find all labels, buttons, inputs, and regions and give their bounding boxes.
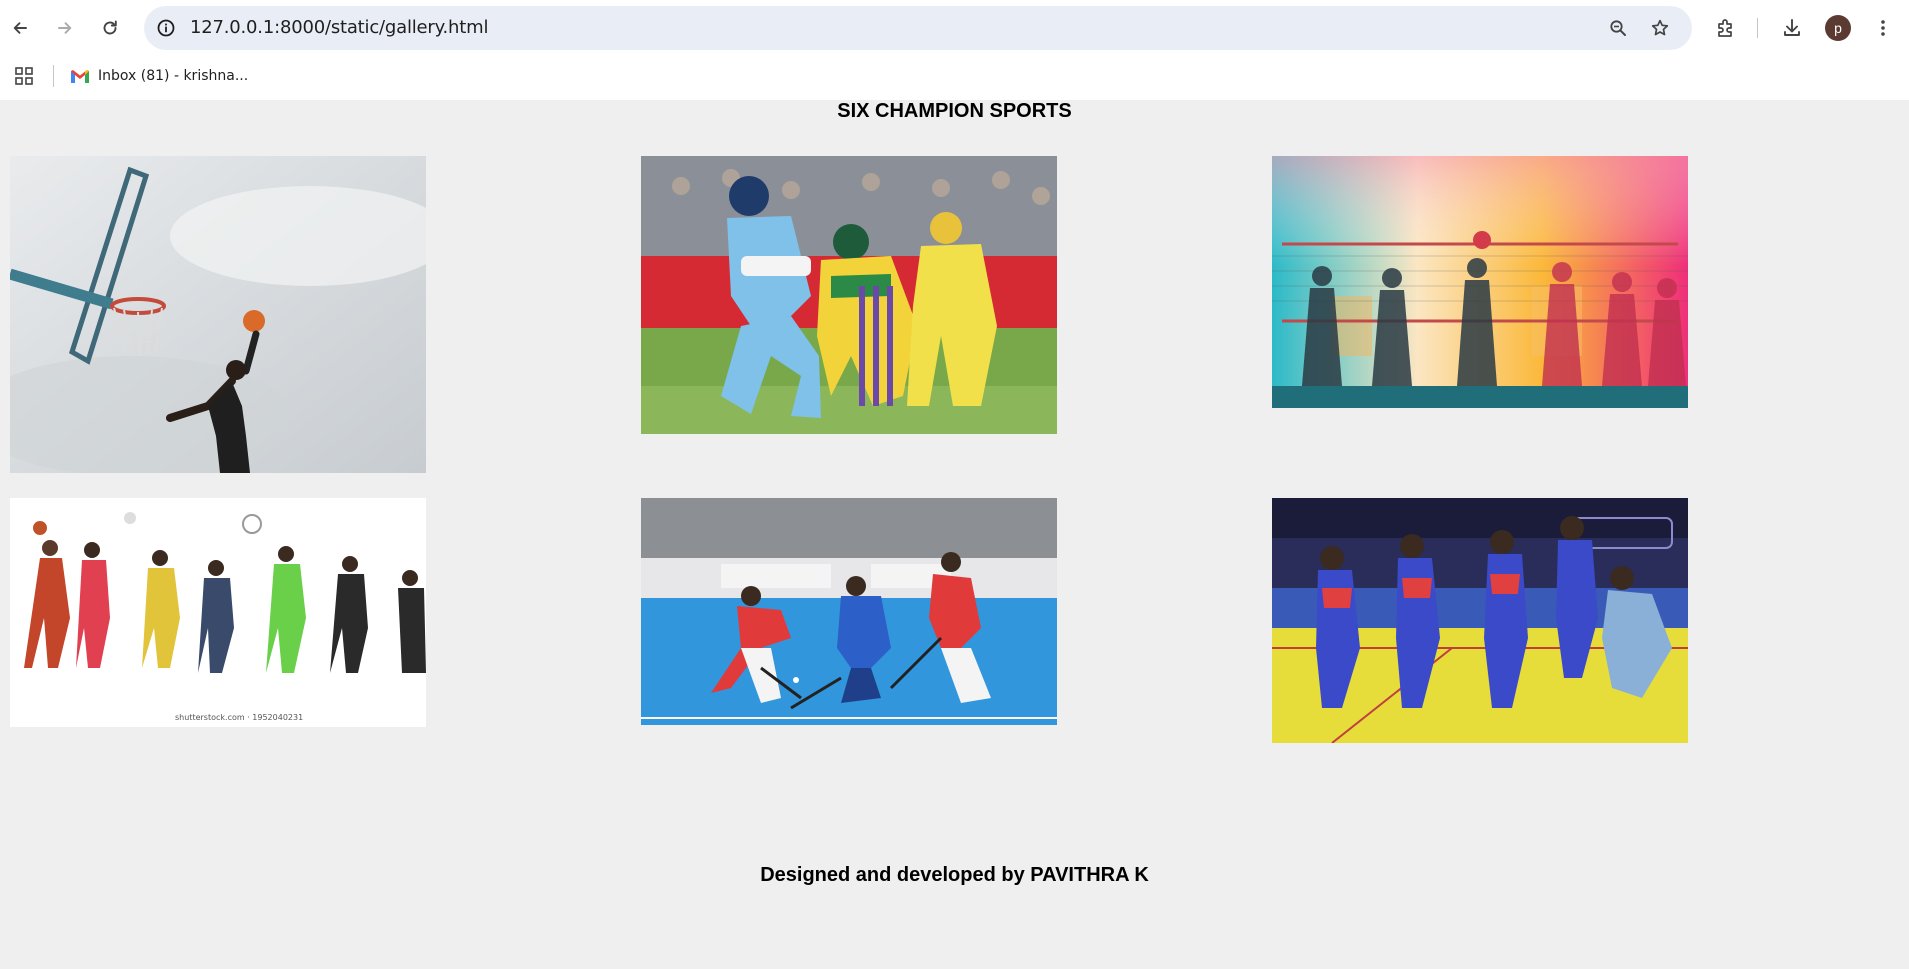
multi-sport-image: shutterstock.com · 1952040231 (10, 498, 426, 727)
site-info-icon[interactable] (154, 16, 178, 40)
page-title: SIX CHAMPION SPORTS (837, 100, 1072, 122)
cricket-image (641, 156, 1057, 434)
back-button[interactable] (4, 12, 36, 44)
page-body: SIX CHAMPION SPORTS shutterstock.com · 1… (0, 100, 1909, 969)
page-footer: Designed and developed by PAVITHRA K (760, 864, 1149, 886)
bookmark-star-icon[interactable] (1648, 16, 1672, 40)
bookmarks-divider (53, 65, 54, 87)
bookmark-inbox[interactable]: Inbox (81) - krishna... (70, 62, 248, 90)
forward-arrow-icon (58, 22, 72, 34)
forward-button[interactable] (49, 12, 81, 44)
apps-grid-icon[interactable] (12, 64, 36, 88)
hockey-image (641, 498, 1057, 725)
bookmarks-bar: Inbox (81) - krishna... (0, 56, 1909, 100)
toolbar-divider (1757, 18, 1758, 38)
menu-kebab-icon[interactable] (1869, 14, 1897, 42)
url-text[interactable]: 127.0.0.1:8000/static/gallery.html (190, 17, 488, 38)
download-icon[interactable] (1778, 14, 1806, 42)
volleyball-image (1272, 156, 1688, 408)
shutterstock-watermark: shutterstock.com · 1952040231 (175, 713, 303, 722)
gmail-icon (71, 70, 89, 83)
bookmark-label: Inbox (81) - krishna... (98, 68, 249, 84)
reload-button[interactable] (94, 12, 126, 44)
zoom-icon[interactable] (1606, 16, 1630, 40)
reload-icon (103, 20, 117, 35)
browser-toolbar: 127.0.0.1:8000/static/gallery.html p (0, 0, 1909, 56)
extensions-icon[interactable] (1712, 14, 1740, 42)
address-bar[interactable]: 127.0.0.1:8000/static/gallery.html (144, 6, 1692, 50)
back-arrow-icon (13, 22, 27, 34)
profile-avatar[interactable]: p (1825, 15, 1851, 41)
kabaddi-image (1272, 498, 1688, 743)
basketball-image (10, 156, 426, 473)
